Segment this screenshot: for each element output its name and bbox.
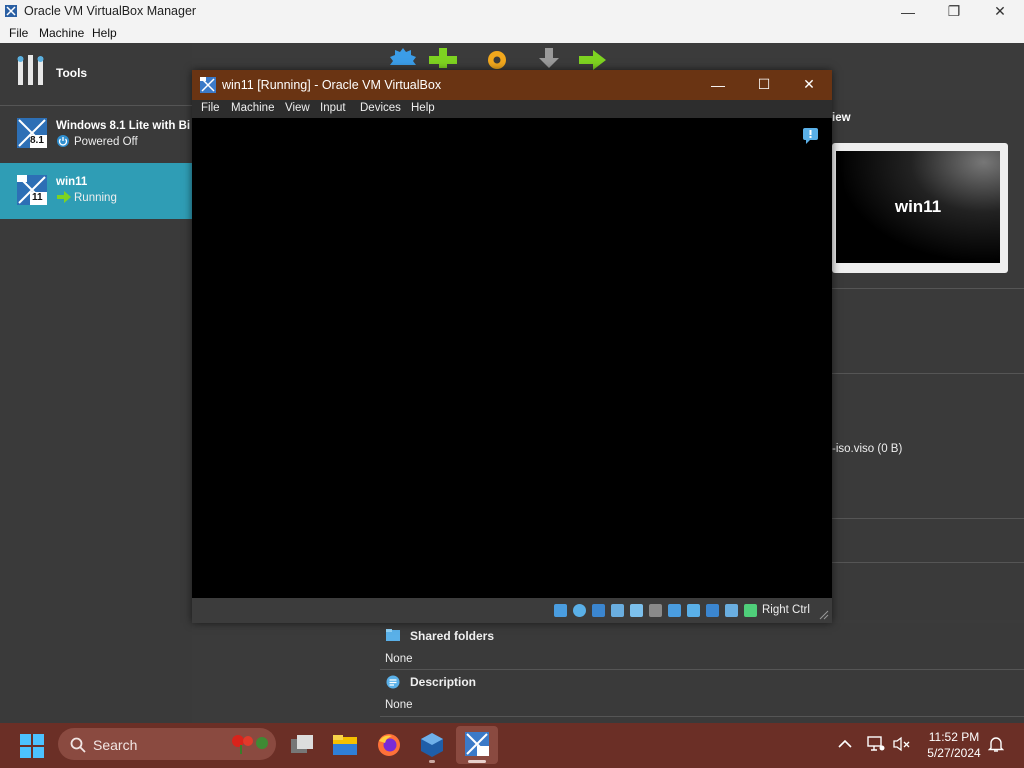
hard-disk-icon[interactable] [554, 604, 567, 617]
divider [832, 288, 1024, 289]
running-arrow-icon [57, 191, 71, 203]
details-panel: iew win11 -iso.viso (0 B) [832, 100, 1024, 620]
notification-icon[interactable] [803, 128, 818, 144]
clock-date: 5/27/2024 [927, 746, 981, 760]
taskbar-search[interactable]: Search [58, 728, 276, 760]
description-label[interactable]: Description [410, 675, 476, 689]
manager-title: Oracle VM VirtualBox Manager [24, 4, 197, 18]
vm-menu-bar: File Machine View Input Devices Help [192, 100, 832, 118]
vm-list-item-selected[interactable]: 11 win11 Running [0, 163, 192, 219]
start-button-icon[interactable] [20, 734, 44, 758]
audio-icon[interactable] [592, 604, 605, 617]
system-clock[interactable]: 11:52 PM 5/27/2024 [922, 729, 986, 761]
os-badge: 11 [32, 192, 43, 203]
show-hidden-icons-chevron-icon[interactable] [838, 738, 852, 750]
search-icon [70, 737, 86, 753]
menu-help[interactable]: Help [92, 26, 117, 40]
details-bottom: Shared folders None Description None [380, 623, 1024, 723]
clock-time: 11:52 PM [928, 730, 980, 744]
recording-icon[interactable] [687, 604, 700, 617]
vm-minimize-button[interactable]: — [695, 73, 741, 96]
description-value: None [385, 699, 413, 711]
active-indicator [468, 760, 486, 763]
preview-vm-name: win11 [894, 197, 942, 216]
vm-list-item[interactable]: 8.1 Windows 8.1 Lite with Bi Powered Off [0, 107, 192, 163]
host-key-icon[interactable] [744, 604, 757, 617]
task-view-icon[interactable] [289, 732, 315, 758]
os-badge: 8.1 [30, 135, 44, 146]
vm-name: Windows 8.1 Lite with Bi [56, 120, 191, 132]
minimize-button[interactable]: — [885, 0, 931, 23]
divider [832, 373, 1024, 374]
usb-icon[interactable] [630, 604, 643, 617]
divider [380, 716, 1024, 717]
network-tray-icon[interactable] [867, 736, 885, 752]
vm-window-title: win11 [Running] - Oracle VM VirtualBox [222, 78, 442, 92]
description-icon [386, 675, 400, 689]
vm-display[interactable] [192, 118, 832, 598]
vm-state: Running [74, 192, 117, 204]
vm-window-taskbar-icon [465, 732, 489, 756]
notifications-bell-icon[interactable] [988, 735, 1004, 753]
vm-status-bar: Right Ctrl [192, 598, 832, 623]
virtualbox-icon [5, 5, 17, 17]
virtualbox-taskbar-icon[interactable] [419, 732, 445, 758]
divider [832, 562, 1024, 563]
firefox-icon[interactable] [376, 732, 402, 758]
add-vm-icon[interactable] [426, 46, 460, 72]
vm-menu-devices[interactable]: Devices [360, 102, 401, 114]
vm-window-icon [200, 77, 216, 93]
tools-label: Tools [56, 66, 88, 80]
divider [832, 518, 1024, 519]
vm-name: win11 [56, 176, 88, 188]
discard-icon[interactable] [532, 46, 566, 72]
new-vm-icon[interactable] [386, 46, 420, 72]
vm-window-title-bar[interactable]: win11 [Running] - Oracle VM VirtualBox —… [192, 70, 832, 100]
shared-folders-value: None [385, 653, 413, 665]
vm-window[interactable]: win11 [Running] - Oracle VM VirtualBox —… [192, 70, 832, 623]
divider [380, 669, 1024, 670]
shared-folders-icon [386, 629, 400, 641]
tools-icon [17, 55, 44, 85]
search-highlight-flowers-icon [232, 735, 268, 754]
preview-frame: win11 [832, 143, 1008, 273]
mouse-integration-icon[interactable] [725, 604, 738, 617]
search-label: Search [93, 737, 138, 753]
virtualization-icon[interactable] [706, 604, 719, 617]
vm-menu-machine[interactable]: Machine [231, 102, 274, 114]
taskbar: Search 11:52 PM 5/27/2024 [0, 723, 1024, 768]
close-button[interactable]: ✕ [977, 0, 1023, 23]
manager-title-bar: Oracle VM VirtualBox Manager — ❐ ✕ [0, 0, 1024, 23]
file-explorer-icon[interactable] [332, 732, 358, 758]
volume-muted-icon[interactable] [893, 736, 911, 752]
optical-drive-icon[interactable] [573, 604, 586, 617]
vm-state: Powered Off [74, 136, 138, 148]
host-key-label: Right Ctrl [762, 604, 810, 616]
preview-image: win11 [836, 151, 1000, 263]
resize-grip-icon[interactable] [819, 610, 829, 620]
vm-menu-input[interactable]: Input [320, 102, 346, 114]
restore-button[interactable]: ❐ [931, 0, 977, 23]
running-indicator [429, 760, 435, 763]
display-icon[interactable] [668, 604, 681, 617]
vm-maximize-button[interactable]: ☐ [741, 73, 787, 96]
preview-header: iew [832, 112, 851, 124]
vm-menu-file[interactable]: File [201, 102, 220, 114]
settings-gear-icon[interactable] [480, 46, 514, 72]
menu-machine[interactable]: Machine [39, 26, 84, 40]
manager-menu-bar: File Machine Help [0, 23, 1024, 43]
vm-menu-view[interactable]: View [285, 102, 310, 114]
vm-menu-help[interactable]: Help [411, 102, 435, 114]
start-arrow-icon[interactable] [576, 46, 610, 72]
shared-folders-status-icon[interactable] [649, 604, 662, 617]
storage-value: -iso.viso (0 B) [832, 443, 903, 455]
vm-close-button[interactable]: ✕ [786, 73, 832, 96]
network-icon[interactable] [611, 604, 624, 617]
shared-folders-label[interactable]: Shared folders [410, 629, 494, 643]
power-off-icon [57, 135, 69, 147]
active-taskbar-item[interactable] [456, 726, 498, 764]
tools-item[interactable]: Tools [0, 43, 192, 106]
menu-file[interactable]: File [9, 26, 28, 40]
